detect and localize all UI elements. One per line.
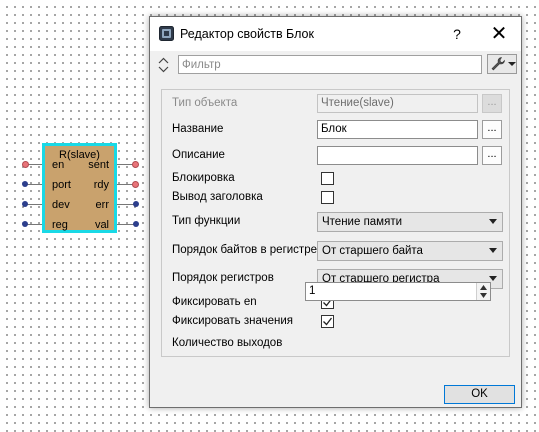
ok-button[interactable]: OK: [444, 385, 515, 404]
object-type-browse-button: ...: [482, 94, 502, 113]
port-label-reg: reg: [52, 219, 68, 231]
input-pin-port[interactable]: [22, 181, 28, 187]
dialog-titlebar[interactable]: Редактор свойств Блок ? ✕: [150, 17, 521, 51]
name-label: Название: [172, 123, 224, 135]
output-count-spinbox[interactable]: 1: [305, 282, 491, 301]
description-browse-button[interactable]: ...: [482, 146, 502, 165]
object-type-field: Чтение(slave): [317, 94, 478, 113]
input-pin-en[interactable]: [22, 161, 29, 168]
function-type-label: Тип функции: [172, 215, 241, 227]
app-icon: [159, 26, 174, 41]
fix-en-label: Фиксировать en: [172, 296, 257, 308]
function-type-select[interactable]: Чтение памяти: [317, 212, 503, 232]
input-pin-dev[interactable]: [22, 201, 28, 207]
chevron-down-icon: [489, 219, 497, 224]
register-order-label: Порядок регистров: [172, 272, 274, 284]
port-label-rdy: rdy: [93, 179, 109, 191]
output-count-value: 1: [309, 285, 316, 297]
function-block[interactable]: R(slave) en port dev reg sent rdy err va…: [42, 143, 117, 233]
output-pin-rdy[interactable]: [132, 181, 139, 188]
spin-up-icon[interactable]: [480, 285, 487, 290]
sort-toggle-icon[interactable]: [158, 57, 169, 73]
port-label-dev: dev: [52, 199, 70, 211]
byte-order-value: От старшего байта: [322, 245, 423, 257]
spin-buttons[interactable]: [476, 283, 490, 300]
fix-values-label: Фиксировать значения: [172, 315, 294, 327]
filter-input[interactable]: [178, 55, 482, 74]
port-label-err: err: [95, 199, 109, 211]
lock-label: Блокировка: [172, 172, 235, 184]
input-pin-reg[interactable]: [22, 221, 28, 227]
function-type-value: Чтение памяти: [322, 216, 403, 228]
show-title-checkbox[interactable]: [321, 191, 334, 204]
dialog-title: Редактор свойств Блок: [180, 27, 314, 41]
port-label-en: en: [52, 159, 65, 171]
name-browse-button[interactable]: ...: [482, 120, 502, 139]
ok-button-label: OK: [471, 388, 488, 400]
property-editor-dialog: Редактор свойств Блок ? ✕ Тип объекта Чт…: [149, 16, 522, 408]
help-button[interactable]: ?: [446, 23, 468, 45]
checkmark-icon: [323, 317, 332, 326]
fix-values-checkbox[interactable]: [321, 315, 334, 328]
output-pin-err[interactable]: [133, 201, 139, 207]
byte-order-label: Порядок байтов в регистре: [172, 244, 317, 256]
port-label-port: port: [52, 179, 71, 191]
byte-order-select[interactable]: От старшего байта: [317, 241, 503, 261]
properties-panel: Тип объекта Чтение(slave) ... Название Б…: [161, 89, 510, 357]
description-label: Описание: [172, 149, 225, 161]
filter-bar: [150, 51, 521, 79]
tools-menu-button[interactable]: [487, 54, 517, 74]
show-title-label: Вывод заголовка: [172, 191, 263, 203]
chevron-down-icon: [508, 62, 516, 66]
wrench-icon: [491, 57, 505, 71]
chevron-down-icon: [489, 248, 497, 253]
output-pin-sent[interactable]: [132, 161, 139, 168]
name-field[interactable]: Блок: [317, 120, 478, 139]
port-label-sent: sent: [88, 159, 109, 171]
output-count-label: Количество выходов: [172, 337, 283, 349]
output-pin-val[interactable]: [133, 221, 139, 227]
description-field[interactable]: [317, 146, 478, 165]
spin-down-icon[interactable]: [480, 293, 487, 298]
lock-checkbox[interactable]: [321, 172, 334, 185]
object-type-label: Тип объекта: [172, 97, 238, 109]
close-button[interactable]: ✕: [488, 23, 510, 45]
port-label-val: val: [94, 219, 109, 231]
